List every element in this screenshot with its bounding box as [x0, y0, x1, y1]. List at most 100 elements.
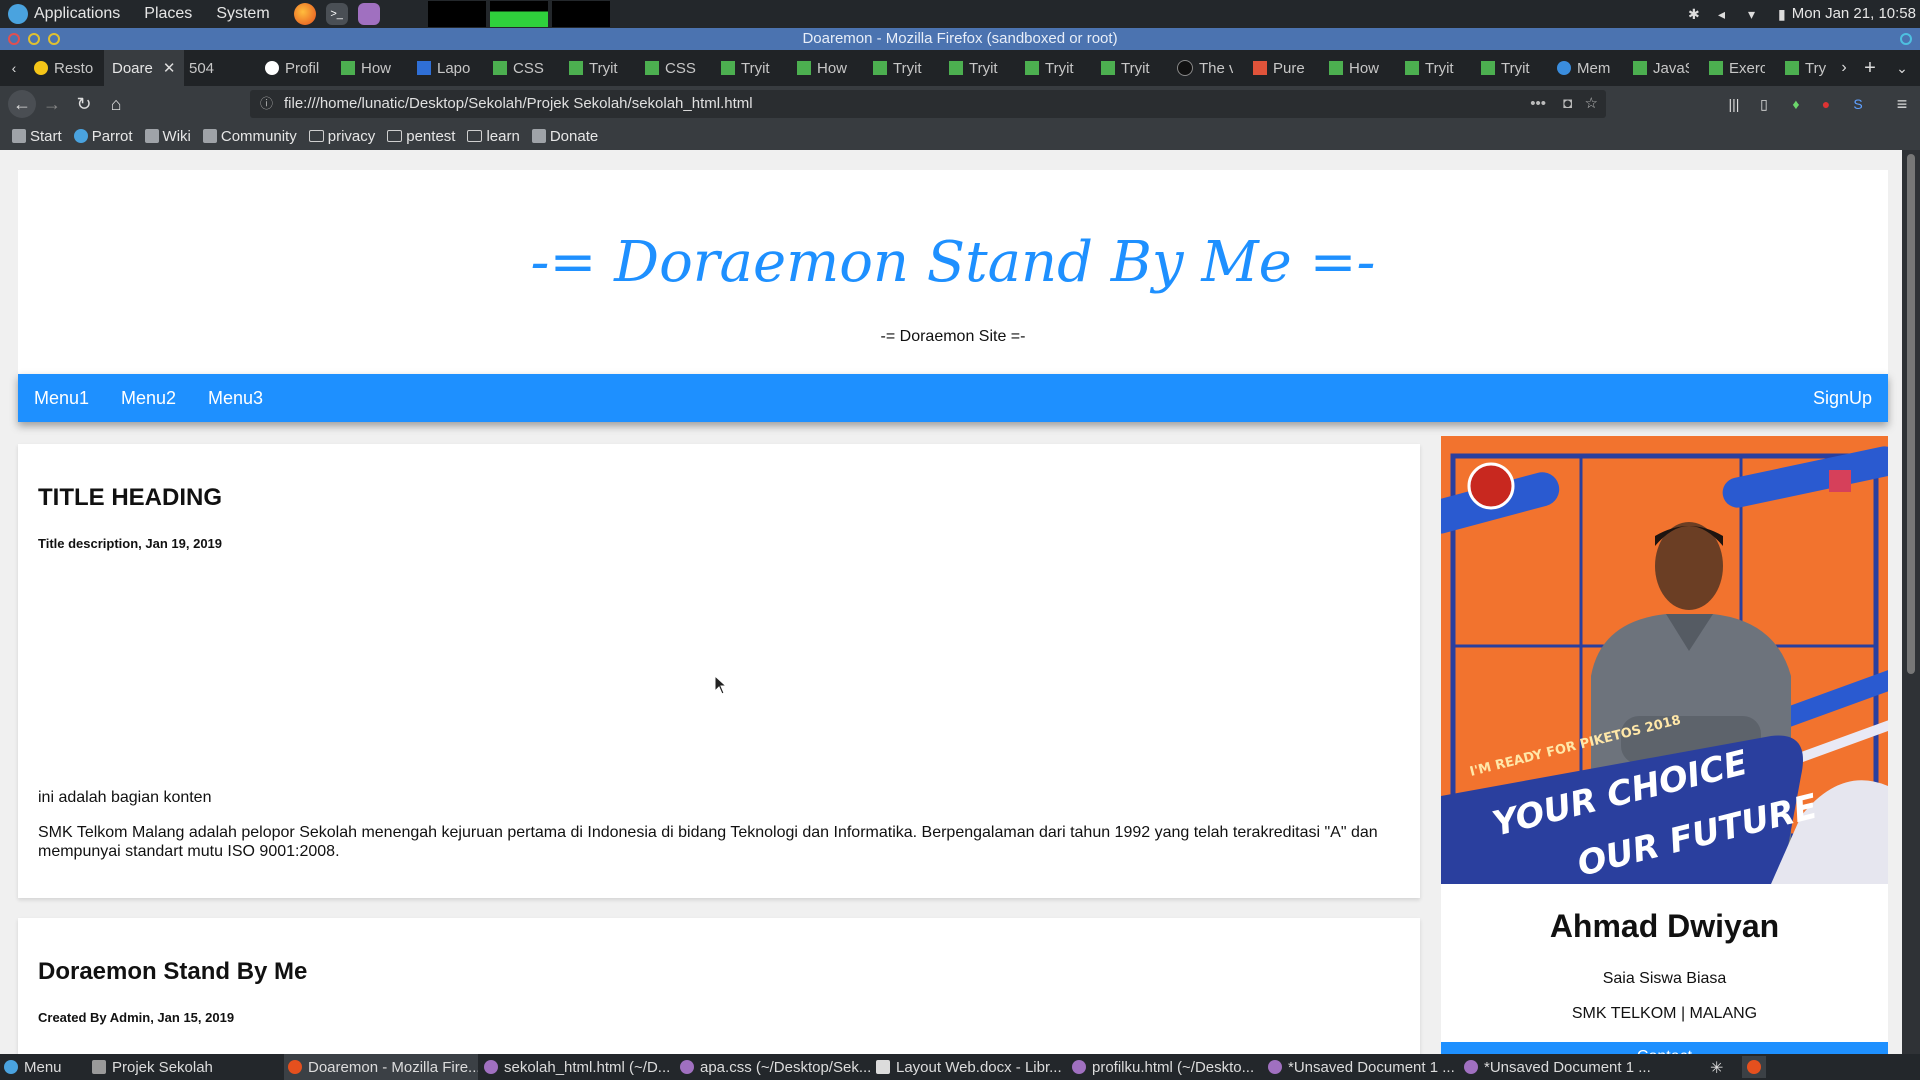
nav-menu1[interactable]: Menu1 — [34, 374, 89, 422]
window-menu-icon[interactable] — [1900, 33, 1912, 45]
tab[interactable]: Try — [1785, 50, 1831, 86]
text-editor-launcher-icon[interactable] — [357, 3, 380, 25]
places-menu[interactable]: Places — [144, 5, 192, 23]
reload-icon[interactable]: ↻ — [72, 92, 96, 116]
taskbar-item[interactable]: apa.css (~/Desktop/Sek... — [680, 1054, 870, 1080]
all-tabs-chevron-down-icon[interactable]: ⌄ — [1890, 56, 1914, 80]
github-icon — [1177, 60, 1193, 76]
tab[interactable]: Tryit — [873, 50, 929, 86]
tab[interactable]: 504 — [189, 50, 249, 86]
wifi-icon[interactable]: ▾ — [1748, 7, 1762, 21]
tab[interactable]: Tryit — [949, 50, 1005, 86]
tab[interactable]: Resto — [34, 50, 100, 86]
tab[interactable]: How — [1329, 50, 1385, 86]
w3schools-icon — [1633, 61, 1647, 75]
page-scrollbar[interactable] — [1902, 150, 1920, 1054]
tab-label: Tryit — [589, 59, 618, 77]
tab-label: Pure — [1273, 59, 1305, 77]
taskbar-item[interactable]: profilku.html (~/Deskto... — [1072, 1054, 1262, 1080]
bookmark-parrot[interactable]: Parrot — [73, 128, 133, 145]
taskbar-item[interactable]: *Unsaved Document 1 ... — [1464, 1054, 1654, 1080]
extension-s-icon[interactable]: S — [1846, 92, 1870, 116]
tab-label: Tryit — [1121, 59, 1150, 77]
bookmark-donate[interactable]: Donate — [531, 127, 599, 145]
tabs-scroll-right-icon[interactable]: › — [1832, 56, 1856, 80]
bookmark-star-icon[interactable]: ☆ — [1585, 90, 1598, 118]
ublock-icon[interactable]: ● — [1814, 92, 1838, 116]
address-bar[interactable]: ⓘ file:///home/lunatic/Desktop/Sekolah/P… — [250, 90, 1606, 118]
hamburger-menu-icon[interactable]: ≡ — [1890, 92, 1914, 116]
tab[interactable]: Tryit — [569, 50, 625, 86]
tab-active[interactable]: Doare ✕ — [104, 50, 184, 86]
volume-icon[interactable]: ◂ — [1718, 7, 1732, 21]
tab[interactable]: JavaS — [1633, 50, 1689, 86]
editor-icon — [680, 1060, 694, 1074]
minimize-window-icon[interactable] — [28, 33, 40, 45]
extension-icon[interactable]: ♦ — [1784, 92, 1808, 116]
taskbar-item[interactable]: *Unsaved Document 1 ... — [1268, 1054, 1458, 1080]
parrot-menu-icon[interactable] — [8, 4, 28, 24]
tab[interactable]: Exerc — [1709, 50, 1765, 86]
terminal-launcher-icon[interactable]: >_ — [325, 3, 348, 25]
system-menu[interactable]: System — [216, 5, 269, 23]
tab-label: Tryit — [1045, 59, 1074, 77]
pocket-icon[interactable]: ◘ — [1563, 90, 1572, 118]
tab[interactable]: Profil — [265, 50, 321, 86]
post-heading: TITLE HEADING — [38, 484, 222, 511]
taskbar-item[interactable]: sekolah_html.html (~/D... — [484, 1054, 674, 1080]
tabs-scroll-left-icon[interactable]: ‹ — [2, 56, 26, 80]
signup-link[interactable]: SignUp — [1813, 374, 1872, 422]
tab[interactable]: CSS — [645, 50, 701, 86]
home-icon[interactable]: ⌂ — [104, 92, 128, 116]
bookmark-folder-pentest[interactable]: pentest — [387, 128, 455, 145]
battery-icon[interactable]: ▮ — [1778, 7, 1792, 21]
sidebar-icon[interactable]: ▯ — [1752, 92, 1776, 116]
bookmark-community[interactable]: Community — [202, 128, 297, 145]
forward-icon[interactable]: → — [40, 92, 64, 116]
tab[interactable]: The v — [1177, 50, 1233, 86]
tab[interactable]: Tryit — [1101, 50, 1157, 86]
taskbar-item-active[interactable]: Doaremon - Mozilla Fire... — [284, 1054, 478, 1080]
bluetooth-icon[interactable]: ✱ — [1688, 7, 1702, 21]
bookmark-start[interactable]: Start — [12, 128, 62, 145]
close-window-icon[interactable] — [8, 33, 20, 45]
new-tab-icon[interactable]: + — [1858, 56, 1882, 80]
bookmark-wiki[interactable]: Wiki — [144, 128, 191, 145]
wiki-icon — [144, 129, 159, 143]
firefox-launcher-icon[interactable] — [293, 3, 316, 25]
tab[interactable]: How — [797, 50, 853, 86]
applications-menu[interactable]: Applications — [34, 5, 120, 23]
taskbar-item[interactable]: Projek Sekolah — [92, 1054, 274, 1080]
scrollbar-thumb[interactable] — [1907, 154, 1915, 674]
bookmark-label: Donate — [549, 127, 599, 145]
os-top-panel: Applications Places System >_ — [0, 0, 1920, 28]
library-icon[interactable]: ||| — [1722, 92, 1746, 116]
close-tab-icon[interactable]: ✕ — [163, 59, 176, 77]
taskbar-menu-button[interactable]: Menu — [4, 1054, 84, 1080]
nav-menu2[interactable]: Menu2 — [121, 374, 176, 422]
contact-button[interactable]: Contact — [1441, 1042, 1888, 1054]
maximize-window-icon[interactable] — [48, 33, 60, 45]
tab[interactable]: Tryit — [721, 50, 777, 86]
clock[interactable]: Mon Jan 21, 10:58 — [1792, 0, 1916, 28]
tab[interactable]: CSS — [493, 50, 549, 86]
taskbar-item[interactable]: Layout Web.docx - Libr... — [876, 1054, 1066, 1080]
tab[interactable]: Tryit — [1481, 50, 1537, 86]
bookmark-folder-privacy[interactable]: privacy — [308, 128, 375, 145]
tab[interactable]: Tryit — [1025, 50, 1081, 86]
bookmark-folder-learn[interactable]: learn — [467, 128, 520, 145]
tab[interactable]: Pure — [1253, 50, 1309, 86]
tab[interactable]: Mem — [1557, 50, 1613, 86]
back-icon[interactable]: ← — [8, 90, 36, 118]
site-info-icon[interactable]: ⓘ — [260, 90, 273, 118]
editor-icon — [1268, 1060, 1282, 1074]
tab-label: The v — [1199, 59, 1233, 77]
page-actions-icon[interactable]: ••• — [1530, 90, 1546, 118]
workspace-icon[interactable]: ✳ — [1710, 1058, 1723, 1078]
tab[interactable]: Lapo — [417, 50, 473, 86]
url-text[interactable]: file:///home/lunatic/Desktop/Sekolah/Pro… — [284, 90, 753, 118]
nav-menu3[interactable]: Menu3 — [208, 374, 263, 422]
taskbar-firefox-tray-icon[interactable] — [1742, 1056, 1766, 1078]
tab[interactable]: Tryit — [1405, 50, 1461, 86]
tab[interactable]: How — [341, 50, 397, 86]
